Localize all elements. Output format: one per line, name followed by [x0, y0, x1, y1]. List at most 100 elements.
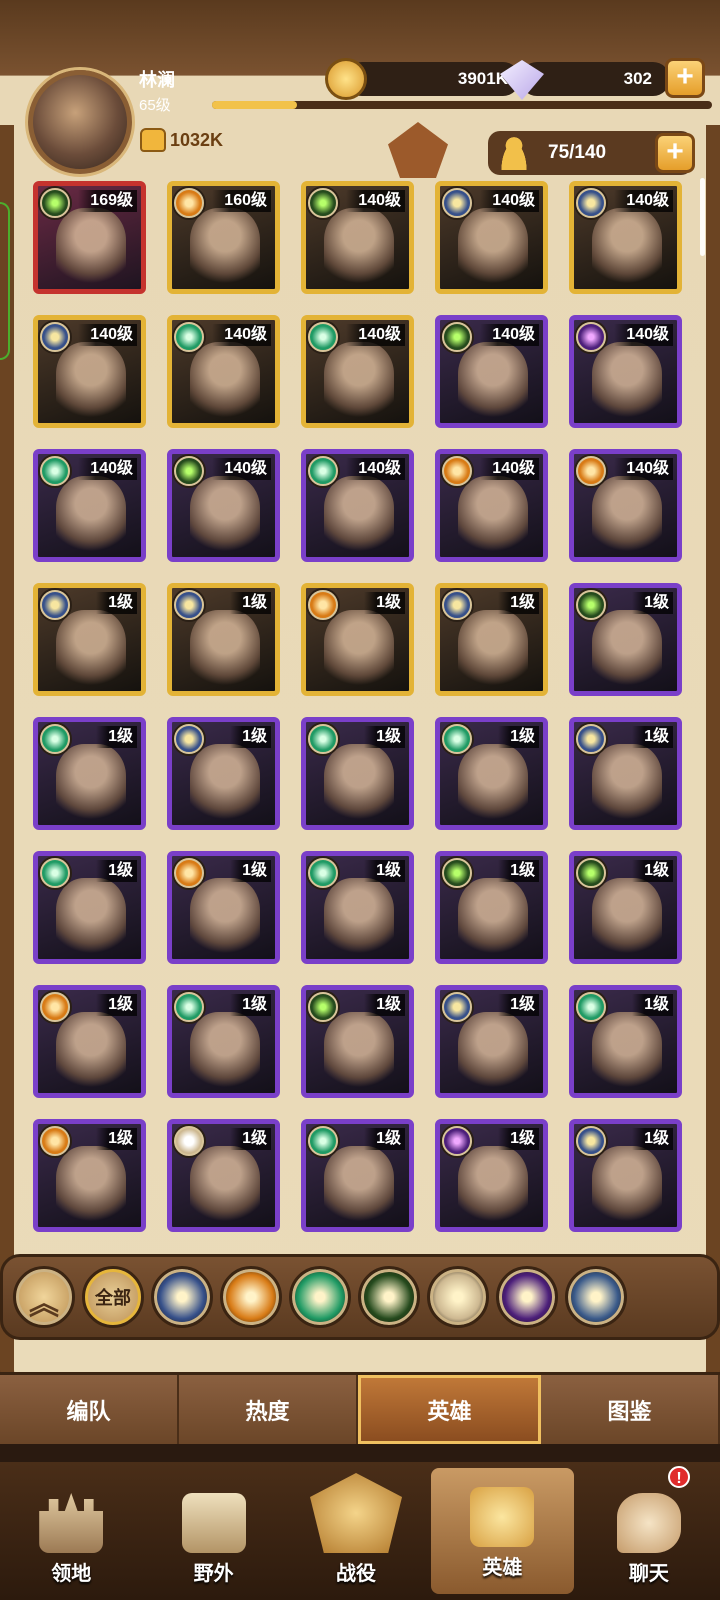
hero-card[interactable]: 140级 [301, 181, 414, 294]
hypogean-icon [576, 322, 606, 352]
hero-level: 140级 [480, 458, 539, 480]
hero-card[interactable]: 1级 [167, 1119, 280, 1232]
hero-card[interactable]: 1级 [569, 583, 682, 696]
nav-item-0[interactable]: 领地 [0, 1462, 142, 1600]
hero-card[interactable]: 140级 [33, 315, 146, 428]
lightbearer-icon[interactable] [151, 1266, 213, 1328]
hero-portrait [592, 744, 662, 824]
hero-card[interactable]: 1级 [435, 1119, 548, 1232]
hypogean-icon[interactable] [496, 1266, 558, 1328]
hero-card[interactable]: 140级 [569, 181, 682, 294]
hero-card[interactable]: 1级 [435, 583, 548, 696]
hero-card[interactable]: 140级 [435, 181, 548, 294]
hero-card[interactable]: 140级 [167, 449, 280, 562]
hero-level: 140级 [346, 190, 405, 212]
hero-card[interactable]: 140级 [33, 449, 146, 562]
hero-card[interactable]: 140级 [569, 449, 682, 562]
hero-card[interactable]: 1级 [167, 583, 280, 696]
chevron-up-icon[interactable] [13, 1266, 75, 1328]
hero-card[interactable]: 1级 [301, 717, 414, 830]
nav-item-1[interactable]: 野外 [142, 1462, 284, 1600]
tab-2[interactable]: 英雄 [358, 1375, 541, 1444]
hero-level: 1级 [498, 994, 539, 1016]
hero-card[interactable]: 1级 [33, 583, 146, 696]
hero-level: 1级 [498, 860, 539, 882]
wilder-icon[interactable] [289, 1266, 351, 1328]
tab-3[interactable]: 图鉴 [541, 1375, 720, 1444]
hero-card[interactable]: 1级 [301, 1119, 414, 1232]
dimensional-icon[interactable] [565, 1266, 627, 1328]
hero-portrait [592, 342, 662, 422]
hero-portrait [190, 476, 260, 556]
hero-card[interactable]: 1级 [301, 583, 414, 696]
hero-card[interactable]: 140级 [569, 315, 682, 428]
hero-level: 140级 [480, 190, 539, 212]
hero-level: 1级 [96, 1128, 137, 1150]
hero-level: 1级 [230, 1128, 271, 1150]
wilder-icon [308, 456, 338, 486]
hero-card[interactable]: 1级 [33, 1119, 146, 1232]
hero-portrait [56, 878, 126, 958]
nav-item-3[interactable]: 英雄 [431, 1468, 574, 1594]
hero-card[interactable]: 1级 [435, 851, 548, 964]
hero-card[interactable]: 1级 [301, 851, 414, 964]
hero-level: 140级 [212, 458, 271, 480]
hero-level: 1级 [364, 592, 405, 614]
hero-card[interactable]: 1级 [435, 985, 548, 1098]
hero-portrait [324, 1146, 394, 1226]
hero-helmet-icon [470, 1487, 535, 1547]
hero-card[interactable]: 140级 [435, 449, 548, 562]
hero-card[interactable]: 140级 [301, 315, 414, 428]
hero-card[interactable]: 1级 [569, 717, 682, 830]
hero-level: 1级 [632, 1128, 673, 1150]
hero-level: 1级 [364, 1128, 405, 1150]
lightbearer-icon [442, 992, 472, 1022]
hero-card[interactable]: 169级 [33, 181, 146, 294]
lightbearer-icon [576, 724, 606, 754]
hero-portrait [190, 208, 260, 288]
hero-level: 1级 [632, 860, 673, 882]
lightbearer-icon [576, 188, 606, 218]
player-avatar[interactable] [28, 70, 132, 174]
nav-label: 战役 [336, 1563, 377, 1585]
hero-portrait [324, 744, 394, 824]
hero-card[interactable]: 1级 [569, 1119, 682, 1232]
battle-icon [310, 1473, 403, 1553]
hero-portrait [324, 878, 394, 958]
mauler-icon [174, 188, 204, 218]
hero-card[interactable]: 1级 [569, 985, 682, 1098]
graveborn-icon [442, 858, 472, 888]
hero-card[interactable]: 1级 [167, 985, 280, 1098]
wilder-icon [308, 858, 338, 888]
hero-card[interactable]: 140级 [301, 449, 414, 562]
tab-1[interactable]: 热度 [179, 1375, 358, 1444]
hero-card[interactable]: 1级 [33, 985, 146, 1098]
hero-card[interactable]: 1级 [167, 717, 280, 830]
hero-card[interactable]: 140级 [435, 315, 548, 428]
celestial-icon[interactable] [427, 1266, 489, 1328]
hero-card[interactable]: 1级 [33, 851, 146, 964]
wilder-icon [308, 322, 338, 352]
tab-0[interactable]: 编队 [0, 1375, 179, 1444]
scrollbar[interactable] [700, 178, 705, 256]
hero-card[interactable]: 1级 [301, 985, 414, 1098]
hero-card[interactable]: 1级 [569, 851, 682, 964]
add-hero-slots-button[interactable]: + [655, 133, 695, 173]
hero-card[interactable]: 1级 [435, 717, 548, 830]
hero-card[interactable]: 140级 [167, 315, 280, 428]
mauler-icon[interactable] [220, 1266, 282, 1328]
hero-card[interactable]: 1级 [167, 851, 280, 964]
nav-label: 野外 [193, 1563, 234, 1585]
wilder-icon [174, 992, 204, 1022]
hero-card[interactable]: 160级 [167, 181, 280, 294]
player-level: 65级 [139, 97, 171, 114]
hero-level: 1级 [632, 592, 673, 614]
graveborn-icon [442, 322, 472, 352]
nav-item-2[interactable]: 战役 [285, 1462, 427, 1600]
nav-item-4[interactable]: 聊天! [578, 1462, 720, 1600]
add-diamonds-button[interactable]: + [665, 58, 705, 98]
graveborn-icon[interactable] [358, 1266, 420, 1328]
hero-card[interactable]: 1级 [33, 717, 146, 830]
hero-level: 1级 [230, 592, 271, 614]
filter-all-button[interactable]: 全部 [82, 1266, 144, 1328]
